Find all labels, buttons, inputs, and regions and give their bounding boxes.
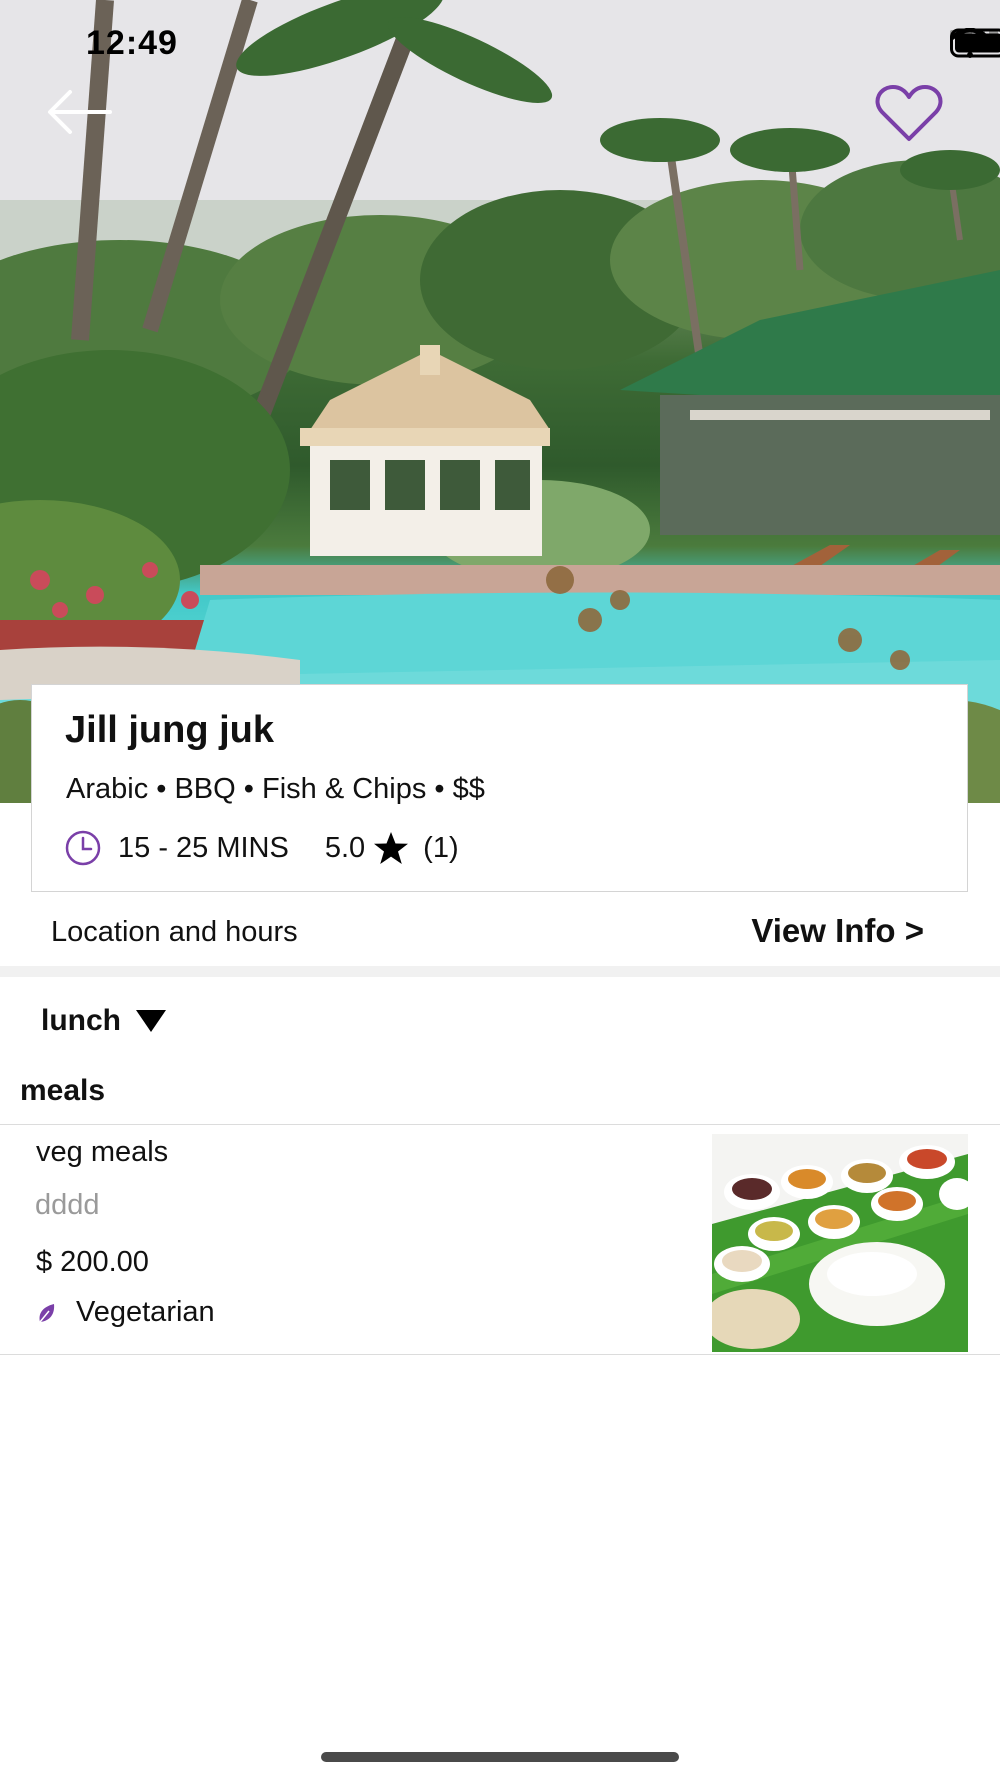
restaurant-meta: 15 - 25 MINS 5.0 (1): [64, 829, 459, 867]
back-button[interactable]: [44, 84, 116, 140]
item-divider: [0, 1354, 1000, 1355]
back-arrow-icon: [48, 90, 112, 134]
battery-icon: [950, 28, 1000, 58]
review-count: (1): [423, 831, 459, 864]
menu-dropdown[interactable]: lunch: [41, 1004, 167, 1038]
restaurant-hero-image: 12:49: [0, 0, 1000, 803]
star-icon: [374, 832, 409, 864]
restaurant-info-card: Jill jung juk Arabic • BBQ • Fish & Chip…: [31, 684, 968, 892]
section-separator: [0, 966, 1000, 977]
menu-item-card[interactable]: veg meals dddd $ 200.00 Vegetarian: [0, 1126, 1000, 1354]
location-hours-label: Location and hours: [51, 916, 298, 948]
rating-value: 5.0: [324, 831, 366, 864]
menu-item-name: veg meals: [36, 1136, 169, 1168]
vegetarian-leaf-icon: [39, 1303, 55, 1322]
status-bar: 12:49: [0, 0, 1000, 90]
triangle-down-icon: [136, 1010, 166, 1032]
thali-meal-photo: [712, 1134, 968, 1352]
category-divider: [0, 1124, 1000, 1125]
favorite-button[interactable]: [874, 84, 944, 144]
clock-icon: [65, 830, 101, 866]
resort-pool-illustration: [0, 0, 1000, 803]
heart-outline-icon: [875, 85, 943, 141]
menu-dropdown-label: lunch: [41, 1004, 121, 1037]
status-time: 12:49: [86, 24, 178, 62]
restaurant-cuisines: Arabic • BBQ • Fish & Chips • $$: [66, 773, 485, 805]
home-indicator[interactable]: [321, 1752, 679, 1762]
menu-item-price: $ 200.00: [36, 1246, 149, 1278]
view-info-link[interactable]: View Info >: [751, 912, 924, 950]
restaurant-name: Jill jung juk: [65, 709, 275, 751]
menu-item-tag-label: Vegetarian: [76, 1296, 215, 1328]
location-hours-row[interactable]: Location and hours View Info >: [0, 894, 1000, 968]
menu-item-description: dddd: [35, 1189, 100, 1221]
menu-category-title: meals: [20, 1074, 106, 1107]
delivery-time: 15 - 25 MINS: [118, 831, 289, 864]
menu-item-diet-tag: Vegetarian: [36, 1296, 215, 1329]
menu-item-image: [712, 1134, 968, 1352]
